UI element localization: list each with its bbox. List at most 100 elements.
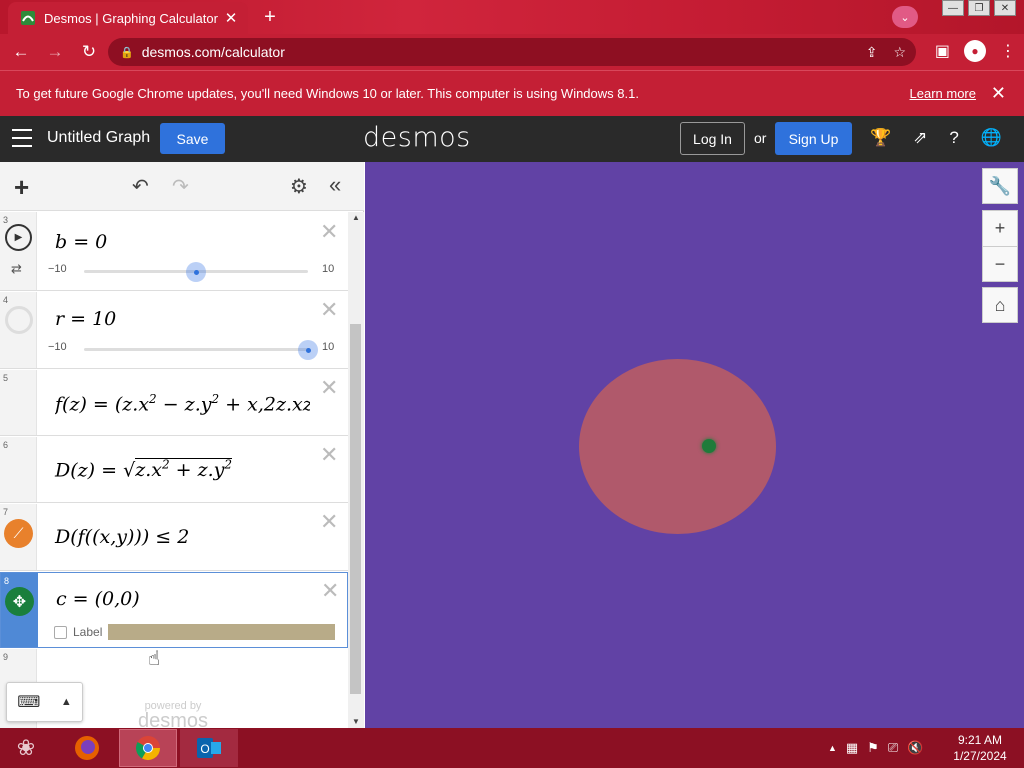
redo-icon[interactable]: ↷	[172, 174, 189, 199]
collapse-panel-icon[interactable]: «	[329, 172, 341, 198]
minimize-button[interactable]: —	[942, 0, 964, 16]
browser-tab-desmos[interactable]: Desmos | Graphing Calculator ✕	[8, 2, 248, 34]
scroll-down-icon[interactable]: ▼	[352, 717, 360, 726]
slider-b[interactable]: −10 10	[48, 262, 338, 282]
or-text: or	[754, 130, 767, 146]
system-clock[interactable]: 9:21 AM 1/27/2024	[948, 732, 1012, 764]
volume-muted-icon[interactable]: 🔇	[907, 740, 923, 756]
delete-expression-icon[interactable]: ✕	[320, 219, 338, 245]
trophy-icon[interactable]: 🏆	[870, 128, 891, 148]
expression-number: 5	[3, 373, 9, 383]
network-icon[interactable]: ⎚	[888, 740, 898, 756]
outlook-icon[interactable]: O	[180, 729, 238, 767]
label-checkbox[interactable]	[54, 625, 67, 639]
share-page-icon[interactable]: ⇪	[866, 44, 878, 61]
expression-scrollbar[interactable]: ▲ ▼	[348, 212, 364, 728]
expression-row-3[interactable]: 3 ▶ ⇄ b = 0 ✕ −10 10	[0, 212, 348, 291]
profile-avatar-icon[interactable]: ●	[964, 40, 986, 62]
reload-button[interactable]: ↻	[76, 39, 102, 65]
chrome-icon[interactable]	[119, 729, 177, 767]
slider-min[interactable]: −10	[48, 341, 67, 353]
login-button[interactable]: Log In	[680, 122, 745, 155]
slider-max[interactable]: 10	[322, 263, 334, 275]
graph-title[interactable]: Untitled Graph	[47, 129, 150, 147]
slider-knob[interactable]	[298, 340, 318, 360]
delete-expression-icon[interactable]: ✕	[321, 578, 339, 604]
svg-text:O: O	[200, 742, 209, 756]
slider-knob[interactable]	[186, 262, 206, 282]
new-tab-button[interactable]: +	[257, 5, 283, 29]
save-button[interactable]: Save	[160, 123, 225, 154]
back-button[interactable]: ←	[8, 39, 34, 65]
address-bar[interactable]: 🔒 desmos.com/calculator ⇪ ☆	[108, 38, 916, 66]
slider-r[interactable]: −10 10	[48, 340, 338, 360]
signup-button[interactable]: Sign Up	[775, 122, 852, 155]
flag-icon[interactable]: ⚑	[867, 740, 879, 756]
keyboard-icon: ⌨	[17, 694, 41, 711]
tab-close-icon[interactable]: ✕	[222, 9, 240, 27]
restore-button[interactable]: ❐	[968, 0, 990, 16]
forward-button[interactable]: →	[42, 39, 68, 65]
expression-row-8[interactable]: 8 ✥ c = (0,0) ✕ Label	[0, 572, 348, 648]
settings-gear-icon[interactable]: ⚙	[290, 174, 308, 199]
clock-date: 1/27/2024	[953, 749, 1007, 763]
windows-taskbar: ❀ O ▲ ▦ ⚑ ⎚ 🔇 9:21 AM 1/27/2024	[0, 728, 1024, 768]
lock-icon[interactable]: 🔒	[120, 46, 134, 59]
zoom-out-button[interactable]: −	[982, 246, 1018, 282]
slider-min[interactable]: −10	[48, 263, 67, 275]
tab-search-button[interactable]: ⌄	[892, 6, 918, 28]
expression-row-7[interactable]: 7 ⟋ D(f((x,y))) ≤ 2 ✕	[0, 504, 348, 571]
browser-tab-strip: Desmos | Graphing Calculator ✕ + ⌄ — ❐ ✕	[0, 0, 1024, 34]
graph-settings-wrench-icon[interactable]: 🔧	[982, 168, 1018, 204]
slider-max[interactable]: 10	[322, 341, 334, 353]
powered-by-desmos[interactable]: powered by desmos	[133, 700, 213, 731]
home-zoom-icon[interactable]: ⌂	[982, 287, 1018, 323]
expression-math[interactable]: f(z) = (z.x2 − z.y2 + x,2z.xz.y	[55, 392, 310, 415]
hamburger-menu-icon[interactable]	[12, 129, 32, 147]
expression-row-6[interactable]: 6 D(z) = √z.x2 + z.y2 ✕	[0, 437, 348, 503]
help-icon[interactable]: ?	[949, 128, 958, 148]
scrollbar-thumb[interactable]	[350, 324, 361, 694]
delete-expression-icon[interactable]: ✕	[320, 442, 338, 468]
learn-more-link[interactable]: Learn more	[910, 86, 976, 101]
point-c[interactable]	[702, 439, 716, 453]
expression-math[interactable]: D(f((x,y))) ≤ 2	[55, 526, 189, 548]
expression-math[interactable]: r = 10	[55, 308, 116, 330]
action-center-icon[interactable]: ▦	[846, 740, 858, 756]
hidden-toggle-icon[interactable]	[5, 306, 33, 334]
graph-canvas[interactable]: 🔧 + − ⌂	[365, 162, 1024, 728]
delete-expression-icon[interactable]: ✕	[320, 375, 338, 401]
firefox-icon[interactable]	[58, 729, 116, 767]
close-window-button[interactable]: ✕	[994, 0, 1016, 16]
scroll-up-icon[interactable]: ▲	[352, 213, 360, 222]
infobar-close-icon[interactable]: ✕	[991, 83, 1006, 104]
undo-icon[interactable]: ↶	[132, 174, 149, 199]
bookmark-star-icon[interactable]: ☆	[893, 44, 906, 61]
color-style-icon[interactable]: ⟋	[4, 519, 33, 548]
side-panel-icon[interactable]: ▣	[935, 41, 950, 61]
play-icon[interactable]: ▶	[5, 224, 32, 251]
url-text[interactable]: desmos.com/calculator	[142, 44, 285, 60]
zoom-in-button[interactable]: +	[982, 210, 1018, 246]
move-point-icon[interactable]: ✥	[5, 587, 34, 616]
tab-title: Desmos | Graphing Calculator	[44, 10, 218, 26]
tray-expand-icon[interactable]: ▲	[828, 740, 837, 756]
shaded-region[interactable]	[579, 359, 776, 534]
add-expression-button[interactable]: +	[14, 172, 29, 203]
expression-math[interactable]: c = (0,0)	[56, 588, 140, 610]
label-input[interactable]	[108, 624, 336, 640]
delete-expression-icon[interactable]: ✕	[320, 509, 338, 535]
delete-expression-icon[interactable]: ✕	[320, 297, 338, 323]
slider-track[interactable]	[84, 348, 308, 351]
share-icon[interactable]: ⇗	[913, 128, 927, 148]
start-button[interactable]: ❀	[10, 732, 42, 764]
browser-toolbar: ← → ↻ 🔒 desmos.com/calculator ⇪ ☆ ▣ ● ⋮	[0, 34, 1024, 70]
expression-row-5[interactable]: 5 f(z) = (z.x2 − z.y2 + x,2z.xz.y ✕	[0, 370, 348, 436]
globe-icon[interactable]: 🌐	[981, 128, 1002, 148]
loop-icon[interactable]: ⇄	[11, 261, 22, 277]
expression-math[interactable]: b = 0	[55, 231, 107, 253]
keyboard-toggle-button[interactable]: ⌨ ▲	[6, 682, 83, 722]
expression-math[interactable]: D(z) = √z.x2 + z.y2	[55, 458, 233, 482]
expression-row-4[interactable]: 4 r = 10 ✕ −10 10	[0, 292, 348, 369]
browser-menu-icon[interactable]: ⋮	[1000, 41, 1016, 61]
